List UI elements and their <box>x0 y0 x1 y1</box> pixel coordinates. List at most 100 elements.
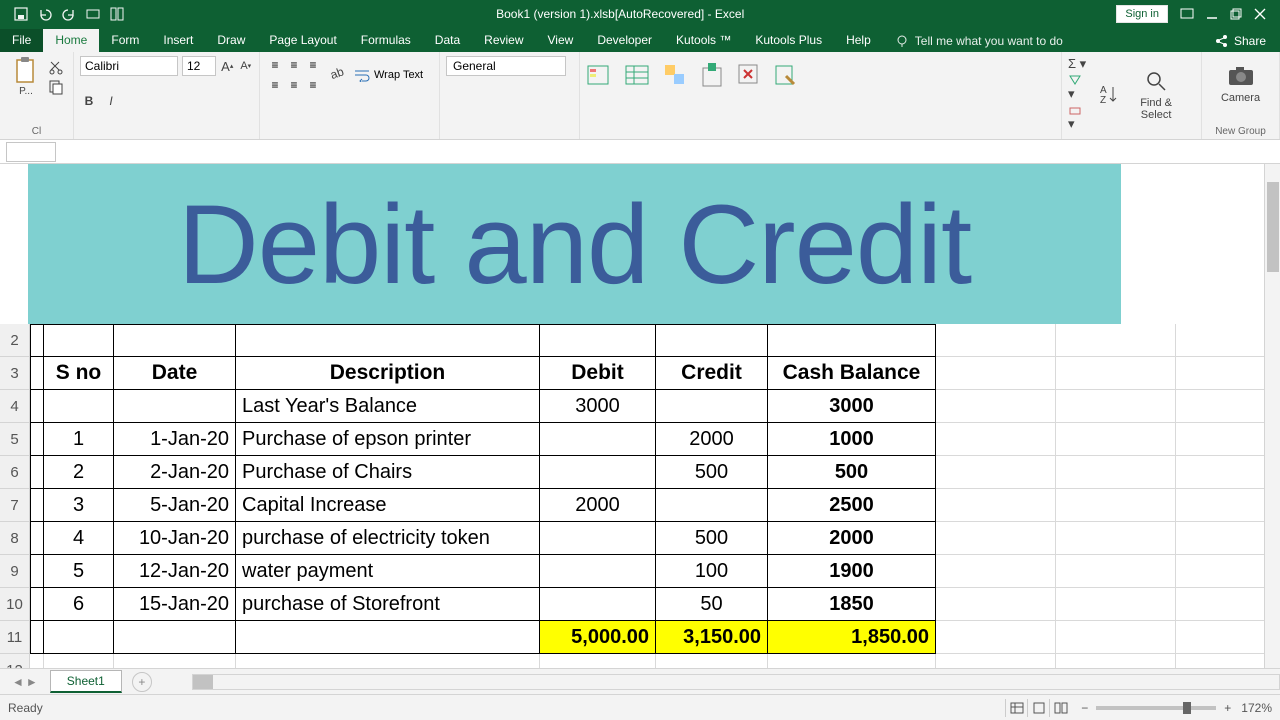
align-right-icon[interactable]: ≡ <box>304 76 322 94</box>
cell-balance[interactable]: 2500 <box>768 489 936 522</box>
cell-blank[interactable] <box>768 324 936 357</box>
row-header[interactable]: 3 <box>0 357 30 390</box>
sheet-tab-1[interactable]: Sheet1 <box>50 670 122 693</box>
empty-cell[interactable] <box>936 390 1056 423</box>
empty-cell[interactable] <box>1056 489 1176 522</box>
cell-balance[interactable]: 1850 <box>768 588 936 621</box>
cell-sno[interactable]: 6 <box>44 588 114 621</box>
cell-blank[interactable] <box>30 621 44 654</box>
cell-date[interactable]: 15-Jan-20 <box>114 588 236 621</box>
empty-cell[interactable] <box>540 654 656 668</box>
cell-sno[interactable]: 2 <box>44 456 114 489</box>
cell-blank[interactable] <box>30 555 44 588</box>
cell-date[interactable]: 2-Jan-20 <box>114 456 236 489</box>
zoom-in-button[interactable]: + <box>1224 701 1231 715</box>
empty-cell[interactable] <box>1056 522 1176 555</box>
normal-view-icon[interactable] <box>1005 699 1027 717</box>
format-cells-icon[interactable] <box>772 62 798 90</box>
cell-debit[interactable] <box>540 555 656 588</box>
cell-total-debit[interactable]: 5,000.00 <box>540 621 656 654</box>
ribbon-display-icon[interactable] <box>1180 8 1194 20</box>
row-header[interactable]: 6 <box>0 456 30 489</box>
empty-cell[interactable] <box>936 588 1056 621</box>
page-layout-view-icon[interactable] <box>1027 699 1049 717</box>
cell-blank[interactable] <box>30 522 44 555</box>
tab-nav-prev-icon[interactable]: ◄ <box>12 675 24 689</box>
cell-debit[interactable] <box>540 522 656 555</box>
undo-icon[interactable] <box>38 7 52 21</box>
share-button[interactable]: Share <box>1200 30 1280 52</box>
align-top-icon[interactable]: ≡ <box>266 56 284 74</box>
tab-insert[interactable]: Insert <box>151 29 205 52</box>
tab-kutools[interactable]: Kutools ™ <box>664 29 743 52</box>
empty-cell[interactable] <box>1056 423 1176 456</box>
cell-sno[interactable] <box>44 390 114 423</box>
cell-blank[interactable] <box>30 489 44 522</box>
empty-cell[interactable] <box>768 654 936 668</box>
table-header[interactable]: Credit <box>656 357 768 390</box>
empty-cell[interactable] <box>1056 555 1176 588</box>
tab-kutools-plus[interactable]: Kutools Plus <box>743 29 834 52</box>
cell-debit[interactable] <box>540 456 656 489</box>
cell-blank[interactable] <box>44 621 114 654</box>
tab-formulas[interactable]: Formulas <box>349 29 423 52</box>
cell-credit[interactable]: 2000 <box>656 423 768 456</box>
empty-cell[interactable] <box>1056 390 1176 423</box>
cell-total-balance[interactable]: 1,850.00 <box>768 621 936 654</box>
cell-total-credit[interactable]: 3,150.00 <box>656 621 768 654</box>
conditional-formatting-icon[interactable] <box>586 62 614 90</box>
align-middle-icon[interactable]: ≡ <box>285 56 303 74</box>
empty-cell[interactable] <box>1056 324 1176 357</box>
cell-date[interactable] <box>114 390 236 423</box>
worksheet-area[interactable]: Debit and Credit 23456789101112 S noDate… <box>0 164 1280 668</box>
empty-cell[interactable] <box>1056 654 1176 668</box>
row-header[interactable]: 12 <box>0 654 30 668</box>
maximize-icon[interactable] <box>1230 8 1242 20</box>
cell-blank[interactable] <box>44 324 114 357</box>
fill-icon[interactable]: ▾ <box>1068 74 1086 102</box>
row-header[interactable]: 8 <box>0 522 30 555</box>
cell-date[interactable]: 12-Jan-20 <box>114 555 236 588</box>
orientation-icon[interactable]: ab <box>328 63 348 87</box>
table-header[interactable]: Date <box>114 357 236 390</box>
empty-cell[interactable] <box>114 654 236 668</box>
cell-sno[interactable]: 3 <box>44 489 114 522</box>
cell-sno[interactable]: 5 <box>44 555 114 588</box>
cell-balance[interactable]: 3000 <box>768 390 936 423</box>
find-select-button[interactable]: Find & Select <box>1134 67 1178 121</box>
tell-me-search[interactable]: Tell me what you want to do <box>883 30 1075 52</box>
qat-icon-2[interactable] <box>110 7 124 21</box>
tab-form[interactable]: Form <box>99 29 151 52</box>
empty-cell[interactable] <box>656 654 768 668</box>
cut-icon[interactable] <box>48 59 64 75</box>
cell-balance[interactable]: 1900 <box>768 555 936 588</box>
cell-debit[interactable] <box>540 423 656 456</box>
cell-credit[interactable]: 500 <box>656 522 768 555</box>
add-sheet-button[interactable]: + <box>132 672 152 692</box>
row-header[interactable]: 2 <box>0 324 30 357</box>
empty-cell[interactable] <box>936 621 1056 654</box>
name-box[interactable] <box>6 142 56 162</box>
cell-credit[interactable] <box>656 489 768 522</box>
empty-cell[interactable] <box>936 489 1056 522</box>
redo-icon[interactable] <box>62 7 76 21</box>
zoom-slider[interactable] <box>1096 706 1216 710</box>
tab-data[interactable]: Data <box>423 29 472 52</box>
cell-balance[interactable]: 500 <box>768 456 936 489</box>
row-header[interactable]: 4 <box>0 390 30 423</box>
format-table-icon[interactable] <box>624 62 652 90</box>
sign-in-button[interactable]: Sign in <box>1116 5 1168 23</box>
cell-description[interactable]: purchase of Storefront <box>236 588 540 621</box>
cell-blank[interactable] <box>30 423 44 456</box>
cell-sno[interactable]: 4 <box>44 522 114 555</box>
empty-cell[interactable] <box>936 456 1056 489</box>
empty-cell[interactable] <box>1056 588 1176 621</box>
row-header[interactable]: 9 <box>0 555 30 588</box>
cell-blank[interactable] <box>30 390 44 423</box>
qat-icon-1[interactable] <box>86 7 100 21</box>
align-bottom-icon[interactable]: ≡ <box>304 56 322 74</box>
decrease-font-icon[interactable]: A▾ <box>239 56 254 76</box>
cell-description[interactable]: purchase of electricity token <box>236 522 540 555</box>
tab-draw[interactable]: Draw <box>205 29 257 52</box>
copy-icon[interactable] <box>48 79 64 95</box>
